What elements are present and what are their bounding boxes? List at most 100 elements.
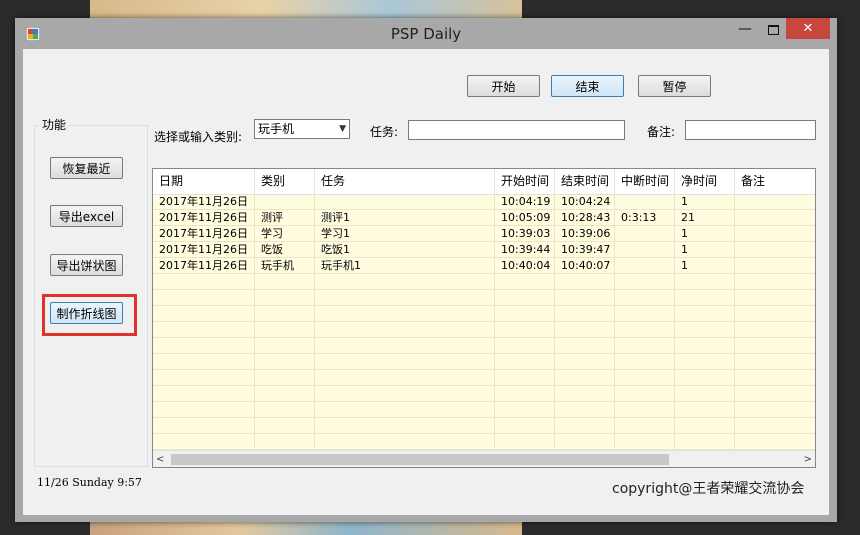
cell-net-time[interactable]: 1 — [675, 242, 735, 258]
cell-task[interactable]: 测评1 — [315, 210, 495, 226]
cell-note[interactable] — [735, 402, 815, 418]
cell-note[interactable] — [735, 274, 815, 290]
cell-end-time[interactable]: 10:39:06 — [555, 226, 615, 242]
column-header-task[interactable]: 任务 — [315, 169, 495, 194]
cell-interrupt-time[interactable] — [615, 258, 675, 274]
cell-category[interactable] — [255, 306, 315, 322]
cell-end-time[interactable]: 10:39:47 — [555, 242, 615, 258]
scroll-right-icon[interactable]: > — [804, 451, 812, 467]
cell-task[interactable] — [315, 274, 495, 290]
cell-date[interactable] — [153, 418, 255, 434]
table-row[interactable]: 2017年11月26日 学习 学习1 10:39:03 10:39:06 1 — [153, 226, 815, 242]
cell-task[interactable]: 学习1 — [315, 226, 495, 242]
cell-note[interactable] — [735, 338, 815, 354]
cell-task[interactable] — [315, 434, 495, 450]
cell-date[interactable]: 2017年11月26日 — [153, 194, 255, 210]
cell-task[interactable] — [315, 386, 495, 402]
cell-note[interactable] — [735, 306, 815, 322]
cell-date[interactable]: 2017年11月26日 — [153, 242, 255, 258]
close-button[interactable]: ✕ — [786, 18, 830, 39]
cell-date[interactable]: 2017年11月26日 — [153, 210, 255, 226]
cell-net-time[interactable]: 1 — [675, 226, 735, 242]
cell-start-time[interactable] — [495, 306, 555, 322]
cell-note[interactable] — [735, 258, 815, 274]
cell-interrupt-time[interactable] — [615, 322, 675, 338]
cell-interrupt-time[interactable] — [615, 306, 675, 322]
cell-date[interactable] — [153, 306, 255, 322]
cell-start-time[interactable] — [495, 402, 555, 418]
cell-end-time[interactable] — [555, 274, 615, 290]
cell-category[interactable]: 测评 — [255, 210, 315, 226]
cell-note[interactable] — [735, 226, 815, 242]
cell-interrupt-time[interactable] — [615, 402, 675, 418]
cell-task[interactable] — [315, 402, 495, 418]
table-row-empty[interactable] — [153, 274, 815, 290]
pause-button[interactable]: 暂停 — [638, 75, 711, 97]
cell-task[interactable]: 吃饭1 — [315, 242, 495, 258]
cell-net-time[interactable] — [675, 306, 735, 322]
cell-interrupt-time[interactable] — [615, 274, 675, 290]
cell-note[interactable] — [735, 418, 815, 434]
cell-date[interactable]: 2017年11月26日 — [153, 226, 255, 242]
cell-net-time[interactable] — [675, 418, 735, 434]
cell-interrupt-time[interactable] — [615, 338, 675, 354]
table-row-empty[interactable] — [153, 402, 815, 418]
cell-start-time[interactable] — [495, 434, 555, 450]
cell-net-time[interactable] — [675, 354, 735, 370]
cell-category[interactable] — [255, 370, 315, 386]
cell-note[interactable] — [735, 322, 815, 338]
cell-category[interactable] — [255, 322, 315, 338]
cell-category[interactable]: 玩手机 — [255, 258, 315, 274]
end-button[interactable]: 结束 — [551, 75, 624, 97]
column-header-net-time[interactable]: 净时间 — [675, 169, 735, 194]
horizontal-scrollbar[interactable]: < > — [153, 450, 815, 467]
cell-date[interactable] — [153, 322, 255, 338]
cell-net-time[interactable]: 21 — [675, 210, 735, 226]
cell-date[interactable] — [153, 338, 255, 354]
cell-interrupt-time[interactable] — [615, 418, 675, 434]
cell-interrupt-time[interactable]: 0:3:13 — [615, 210, 675, 226]
cell-end-time[interactable] — [555, 290, 615, 306]
table-row[interactable]: 2017年11月26日 10:04:19 10:04:24 1 — [153, 194, 815, 210]
cell-task[interactable] — [315, 418, 495, 434]
cell-start-time[interactable] — [495, 418, 555, 434]
cell-end-time[interactable]: 10:28:43 — [555, 210, 615, 226]
cell-end-time[interactable] — [555, 354, 615, 370]
scroll-left-icon[interactable]: < — [156, 451, 164, 467]
column-header-interrupt-time[interactable]: 中断时间 — [615, 169, 675, 194]
cell-interrupt-time[interactable] — [615, 226, 675, 242]
cell-date[interactable] — [153, 354, 255, 370]
cell-note[interactable] — [735, 354, 815, 370]
cell-net-time[interactable] — [675, 434, 735, 450]
table-row[interactable]: 2017年11月26日 测评 测评1 10:05:09 10:28:43 0:3:13 21 — [153, 210, 815, 226]
cell-task[interactable] — [315, 194, 495, 210]
table-row-empty[interactable] — [153, 370, 815, 386]
cell-end-time[interactable] — [555, 402, 615, 418]
cell-start-time[interactable] — [495, 322, 555, 338]
table-row-empty[interactable] — [153, 338, 815, 354]
cell-task[interactable] — [315, 322, 495, 338]
maximize-button[interactable] — [760, 20, 786, 40]
cell-interrupt-time[interactable] — [615, 194, 675, 210]
cell-date[interactable] — [153, 290, 255, 306]
cell-date[interactable] — [153, 402, 255, 418]
table-row[interactable]: 2017年11月26日 玩手机 玩手机1 10:40:04 10:40:07 1 — [153, 258, 815, 274]
cell-end-time[interactable] — [555, 322, 615, 338]
cell-net-time[interactable] — [675, 290, 735, 306]
cell-interrupt-time[interactable] — [615, 370, 675, 386]
cell-note[interactable] — [735, 386, 815, 402]
title-bar[interactable]: PSP Daily — ✕ — [15, 18, 837, 49]
cell-category[interactable] — [255, 274, 315, 290]
cell-date[interactable]: 2017年11月26日 — [153, 258, 255, 274]
cell-note[interactable] — [735, 194, 815, 210]
cell-start-time[interactable] — [495, 274, 555, 290]
cell-net-time[interactable] — [675, 402, 735, 418]
table-row-empty[interactable] — [153, 386, 815, 402]
cell-net-time[interactable] — [675, 370, 735, 386]
cell-note[interactable] — [735, 242, 815, 258]
cell-start-time[interactable] — [495, 354, 555, 370]
cell-start-time[interactable]: 10:39:03 — [495, 226, 555, 242]
restore-recent-button[interactable]: 恢复最近 — [50, 157, 123, 179]
cell-task[interactable] — [315, 354, 495, 370]
table-row-empty[interactable] — [153, 418, 815, 434]
